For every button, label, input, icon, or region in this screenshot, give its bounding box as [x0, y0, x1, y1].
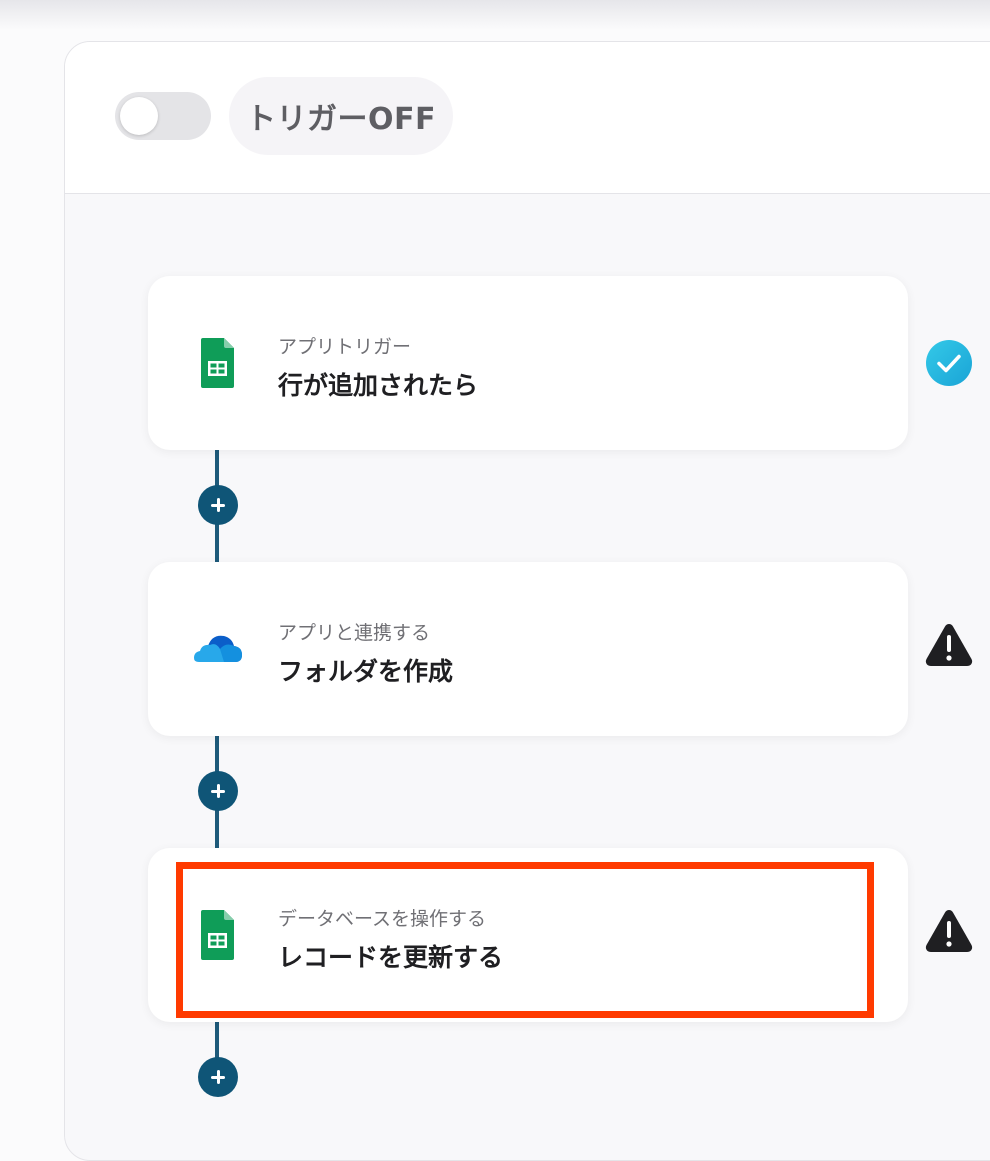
step-title: 行が追加されたら — [278, 371, 479, 400]
add-step-button[interactable] — [198, 771, 238, 811]
toggle-knob — [120, 97, 158, 135]
step-title: フォルダを作成 — [278, 657, 454, 686]
trigger-toggle[interactable] — [115, 92, 211, 140]
onedrive-icon — [194, 635, 242, 662]
warning-icon — [925, 624, 973, 666]
google-sheets-icon — [201, 338, 234, 388]
top-shadow — [0, 0, 990, 30]
panel-header: トリガーOFF — [65, 42, 990, 194]
step-type-label: アプリトリガー — [278, 336, 412, 358]
add-step-button[interactable] — [198, 1057, 238, 1097]
trigger-status-label: トリガーOFF — [229, 77, 453, 155]
flow-connector — [215, 1020, 219, 1060]
flow-step-card[interactable]: アプリと連携する フォルダを作成 — [148, 562, 908, 736]
add-step-button[interactable] — [198, 485, 238, 525]
warning-icon — [925, 910, 973, 952]
google-sheets-icon — [201, 910, 234, 960]
step-type-label: アプリと連携する — [278, 622, 431, 644]
step-type-label: データベースを操作する — [278, 908, 487, 930]
step-title: レコードを更新する — [278, 943, 504, 972]
check-circle-icon — [926, 340, 972, 386]
flow-step-card[interactable]: データベースを操作する レコードを更新する — [148, 848, 908, 1022]
flow-step-card[interactable]: アプリトリガー 行が追加されたら — [148, 276, 908, 450]
